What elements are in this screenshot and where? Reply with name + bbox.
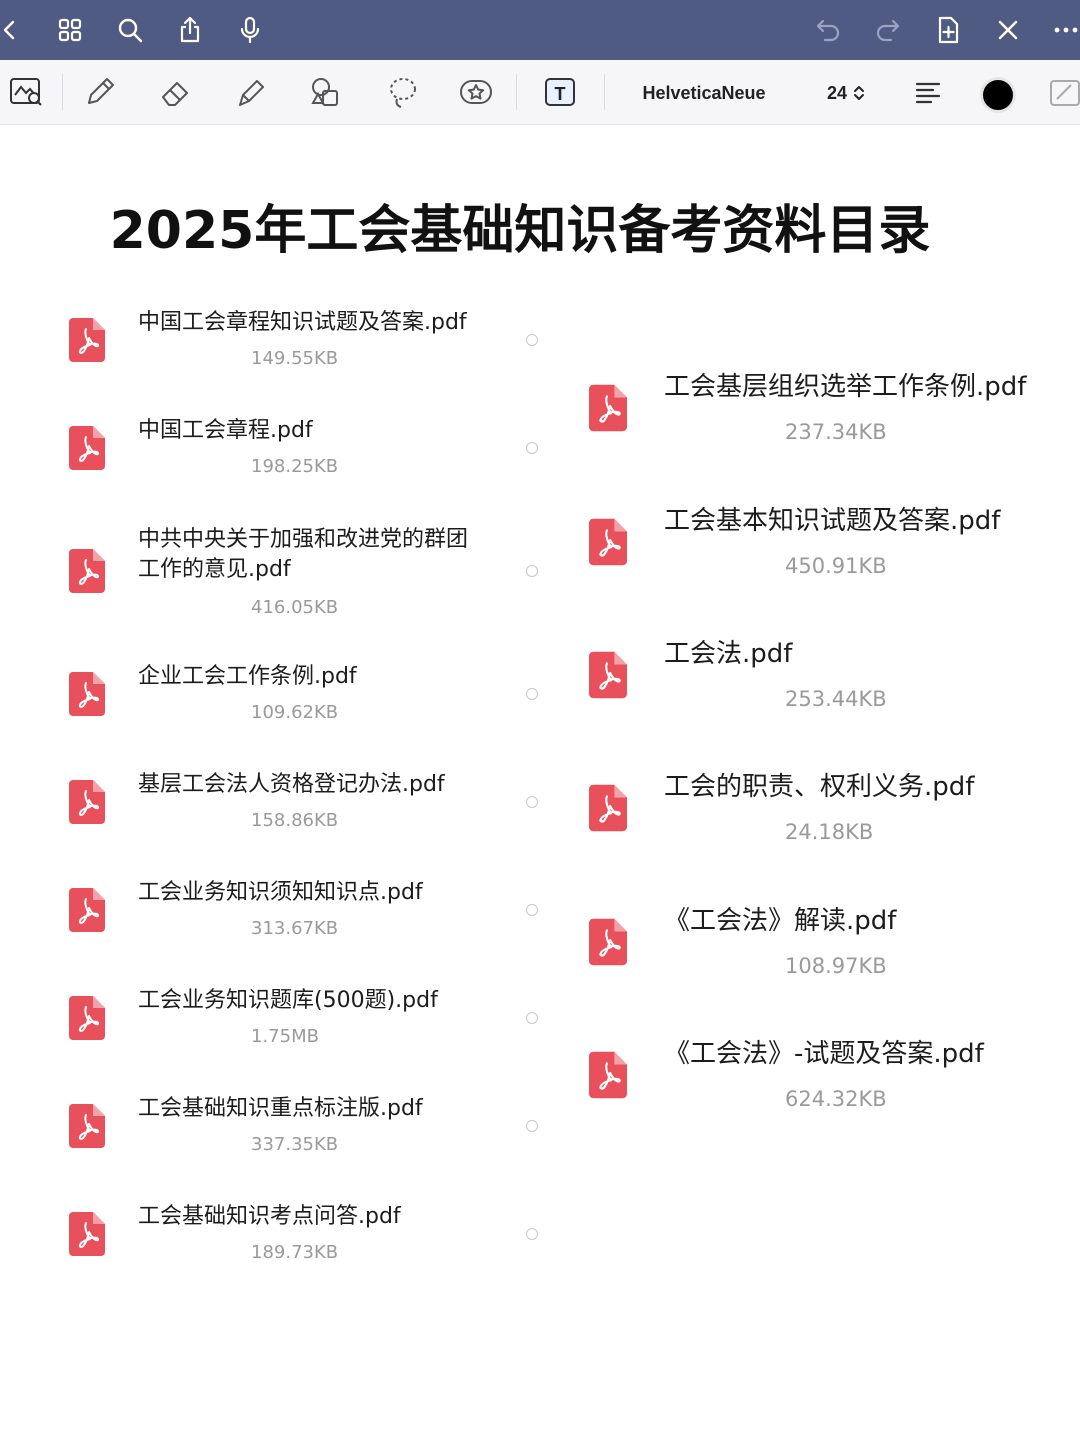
sticker-icon[interactable] xyxy=(454,70,498,114)
file-name: 工会基础知识考点问答.pdf xyxy=(138,1204,401,1229)
redo-icon[interactable] xyxy=(870,12,906,48)
file-name: 《工会法》解读.pdf xyxy=(664,906,897,936)
file-size: 109.62KB xyxy=(251,702,339,723)
file-size: 189.73KB xyxy=(251,1242,339,1263)
undo-icon[interactable] xyxy=(810,12,846,48)
pdf-icon xyxy=(69,996,105,1040)
shapes-icon[interactable] xyxy=(304,70,348,114)
file-size: 1.75MB xyxy=(251,1026,319,1047)
separator xyxy=(516,74,517,110)
file-size: 24.18KB xyxy=(785,820,874,844)
pdf-icon xyxy=(69,426,105,470)
more-icon[interactable] xyxy=(1048,12,1080,48)
file-name: 工会法.pdf xyxy=(664,639,793,669)
file-name: 工会业务知识须知知识点.pdf xyxy=(138,880,423,905)
file-size: 416.05KB xyxy=(251,597,339,618)
file-name: 中国工会章程.pdf xyxy=(138,418,313,443)
select-radio[interactable] xyxy=(526,1120,538,1132)
pdf-icon xyxy=(589,651,627,699)
pdf-icon xyxy=(69,1104,105,1148)
image-select-icon[interactable] xyxy=(4,70,48,114)
font-size-stepper[interactable]: 24 xyxy=(814,78,878,108)
file-size: 337.35KB xyxy=(251,1134,339,1155)
file-size: 198.25KB xyxy=(251,456,339,477)
top-navigation-bar xyxy=(0,0,1080,60)
pdf-icon xyxy=(69,672,105,716)
file-name: 基层工会法人资格登记办法.pdf xyxy=(138,772,445,797)
text-box-icon[interactable] xyxy=(1040,70,1080,114)
file-size: 108.97KB xyxy=(785,954,887,978)
pdf-icon xyxy=(69,1212,105,1256)
pen-icon[interactable] xyxy=(78,70,122,114)
file-name: 工会基层组织选举工作条例.pdf xyxy=(664,372,1027,402)
share-icon[interactable] xyxy=(172,12,208,48)
file-name: 企业工会工作条例.pdf xyxy=(138,664,357,689)
close-icon[interactable] xyxy=(990,12,1026,48)
grid-icon[interactable] xyxy=(52,12,88,48)
pdf-icon xyxy=(589,518,627,566)
file-name: 中国工会章程知识试题及答案.pdf xyxy=(138,310,467,335)
page-title: 2025年工会基础知识备考资料目录 xyxy=(109,201,931,261)
eraser-icon[interactable] xyxy=(154,70,198,114)
pdf-icon xyxy=(589,784,627,832)
select-radio[interactable] xyxy=(526,334,538,346)
font-size-value: 24 xyxy=(826,83,848,103)
pdf-icon xyxy=(69,888,105,932)
select-radio[interactable] xyxy=(526,1228,538,1240)
stepper-arrows-icon xyxy=(854,86,865,100)
select-radio[interactable] xyxy=(526,904,538,916)
highlighter-icon[interactable] xyxy=(230,70,274,114)
select-radio[interactable] xyxy=(526,796,538,808)
file-name: 工会基本知识试题及答案.pdf xyxy=(664,506,1001,536)
pdf-icon xyxy=(69,549,105,593)
file-name: 工会基础知识重点标注版.pdf xyxy=(138,1096,423,1121)
file-name: 工会业务知识题库(500题).pdf xyxy=(138,988,438,1013)
font-family-selector[interactable]: HelveticaNeue xyxy=(626,78,782,108)
file-size: 158.86KB xyxy=(251,810,339,831)
add-page-icon[interactable] xyxy=(930,12,966,48)
file-size: 450.91KB xyxy=(785,554,887,578)
select-radio[interactable] xyxy=(526,565,538,577)
separator xyxy=(604,74,605,110)
pdf-icon xyxy=(589,384,627,432)
color-picker[interactable] xyxy=(980,77,1016,113)
file-name: 《工会法》-试题及答案.pdf xyxy=(664,1039,984,1069)
svg-text:T: T xyxy=(555,84,566,104)
pdf-icon xyxy=(589,918,627,966)
select-radio[interactable] xyxy=(526,1012,538,1024)
select-radio[interactable] xyxy=(526,442,538,454)
tool-bar: T HelveticaNeue 24 xyxy=(0,60,1080,125)
back-icon[interactable] xyxy=(0,12,28,48)
microphone-icon[interactable] xyxy=(232,12,268,48)
pdf-icon xyxy=(69,318,105,362)
file-size: 237.34KB xyxy=(785,420,887,444)
file-size: 149.55KB xyxy=(251,348,339,369)
align-left-icon[interactable] xyxy=(906,70,950,114)
pdf-icon xyxy=(69,780,105,824)
separator xyxy=(62,74,63,110)
file-size: 624.32KB xyxy=(785,1087,887,1111)
file-size: 313.67KB xyxy=(251,918,339,939)
file-name: 工会的职责、权利义务.pdf xyxy=(664,772,975,802)
search-icon[interactable] xyxy=(112,12,148,48)
file-name: 中共中央关于加强和改进党的群团工作的意见.pdf xyxy=(138,527,469,582)
select-radio[interactable] xyxy=(526,688,538,700)
lasso-icon[interactable] xyxy=(380,70,424,114)
text-tool-icon[interactable]: T xyxy=(538,70,582,114)
pdf-icon xyxy=(589,1051,627,1099)
file-size: 253.44KB xyxy=(785,687,887,711)
